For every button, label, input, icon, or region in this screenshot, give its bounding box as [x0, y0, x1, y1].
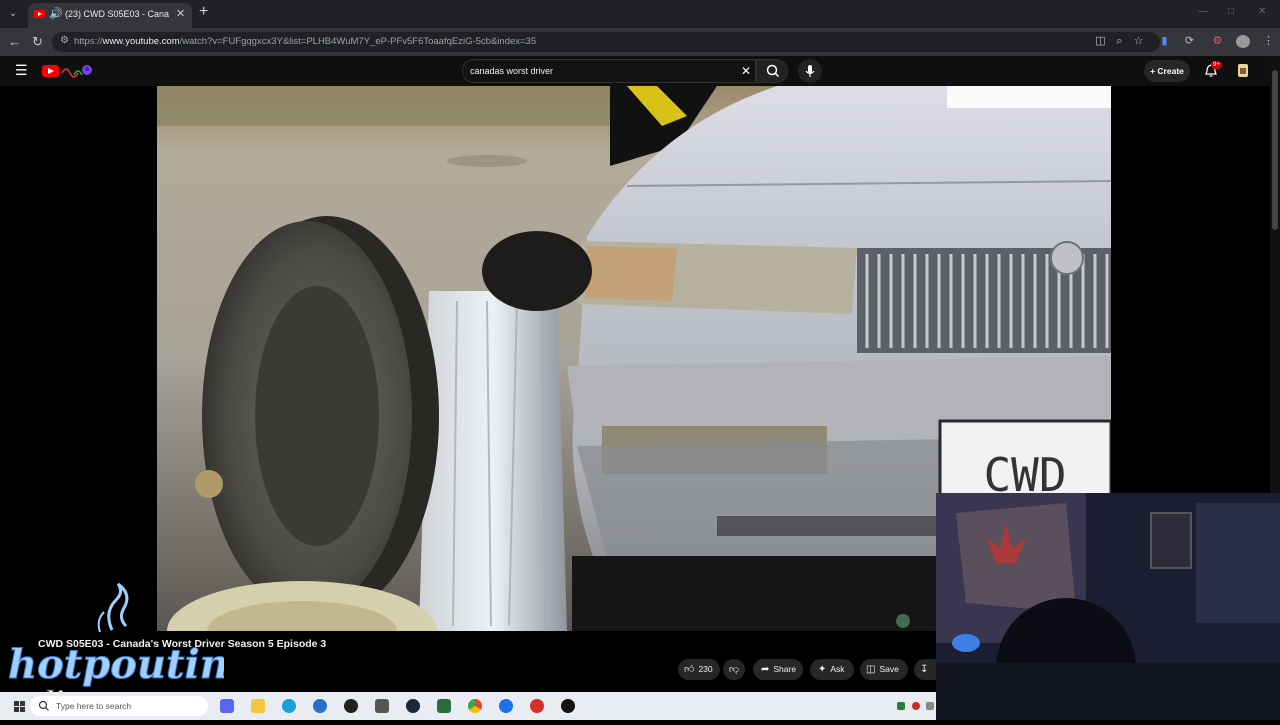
download-icon: ↧	[920, 664, 929, 675]
search-input[interactable]: canadas worst driver ✕	[462, 59, 756, 83]
new-tab-button[interactable]: +	[199, 3, 208, 21]
dislike-button[interactable]: 👎︎	[723, 659, 745, 680]
chrome-icon[interactable]	[468, 699, 482, 713]
bookmark-icon: ◫	[866, 664, 876, 675]
clear-search-icon[interactable]: ✕	[741, 64, 751, 78]
site-info-icon[interactable]: ⚙	[60, 35, 69, 46]
close-tab-icon[interactable]: ✕	[176, 7, 185, 20]
taskbar-search-placeholder: Type here to search	[56, 701, 132, 711]
url-text: https://www.youtube.com/watch?v=FUFgqgxc…	[74, 36, 537, 47]
microphone-icon	[805, 65, 815, 77]
voice-search-button[interactable]	[798, 59, 822, 83]
share-label: Share	[773, 664, 797, 674]
search-icon	[766, 64, 780, 78]
settings-gear-icon[interactable]	[375, 699, 389, 713]
tray-icon-red[interactable]	[912, 702, 920, 710]
save-button[interactable]: ◫ Save	[860, 659, 908, 680]
tray-icon-gray[interactable]	[926, 702, 934, 710]
windows-start-icon[interactable]	[14, 700, 26, 712]
more-menu-icon[interactable]: ⋮	[1262, 35, 1275, 48]
audio-playing-icon[interactable]: 🔊	[49, 7, 63, 20]
search-icon	[38, 700, 49, 711]
browser-toolbar: ← ↻ ⚙ https://www.youtube.com/watch?v=FU…	[0, 28, 1280, 56]
tab-search-chevron-icon[interactable]: ⌄	[4, 5, 22, 23]
browser-tab-active[interactable]: 🔊 (23) CWD S05E03 - Canada's Worst Drive…	[28, 3, 192, 28]
refresh-extension-icon[interactable]: ⟳	[1183, 35, 1196, 48]
extension-icon[interactable]: ▮	[1158, 35, 1171, 48]
os-taskbar: Type here to search	[0, 692, 936, 720]
install-app-icon[interactable]: ◫	[1094, 35, 1107, 48]
create-label: Create	[1157, 66, 1184, 76]
app-icon-red[interactable]	[530, 699, 544, 713]
brand-line1: hotpoutine	[8, 641, 224, 688]
minimize-window-button[interactable]: —	[1198, 6, 1208, 17]
like-count: 230	[698, 664, 713, 674]
search-query-text: canadas worst driver	[470, 66, 554, 76]
address-bar[interactable]: ⚙ https://www.youtube.com/watch?v=FUFgqg…	[52, 32, 1160, 52]
youtube-favicon-icon	[34, 10, 45, 18]
sparkle-icon: ✦	[818, 664, 827, 675]
share-button[interactable]: ➦ Share	[753, 659, 803, 680]
obs-icon[interactable]	[344, 699, 358, 713]
search-button[interactable]	[756, 59, 788, 83]
edge-browser-icon[interactable]	[282, 699, 296, 713]
create-button[interactable]: + Create	[1144, 60, 1190, 82]
like-button[interactable]: 👍︎ 230	[678, 659, 720, 680]
share-arrow-icon: ➦	[761, 664, 770, 675]
file-explorer-icon[interactable]	[251, 699, 265, 713]
extension-puzzle-icon[interactable]: ⚙	[1211, 35, 1224, 48]
ask-label: Ask	[830, 664, 845, 674]
discord-icon[interactable]	[220, 699, 234, 713]
bookmark-star-icon[interactable]: ☆	[1132, 35, 1145, 48]
app-icon-dark[interactable]	[561, 699, 575, 713]
tab-title: (23) CWD S05E03 - Canada's Worst Driver …	[65, 9, 169, 19]
account-avatar[interactable]	[1236, 62, 1250, 78]
scrollbar-thumb[interactable]	[1272, 70, 1278, 230]
profile-avatar-icon[interactable]	[1236, 35, 1250, 48]
notifications-badge: 9+	[1211, 61, 1222, 69]
thumbs-up-icon: 👍︎	[684, 664, 695, 675]
app-icon-green[interactable]	[437, 699, 451, 713]
ask-button[interactable]: ✦ Ask	[810, 659, 854, 680]
reload-icon[interactable]: ↻	[32, 34, 43, 50]
browser-tab-bar: ⌄ 🔊 (23) CWD S05E03 - Canada's Worst Dri…	[0, 0, 1280, 28]
steam-icon[interactable]	[406, 699, 420, 713]
youtube-logo[interactable]	[42, 65, 59, 77]
hamburger-menu-icon[interactable]: ☰	[15, 62, 28, 79]
close-window-button[interactable]: ✕	[1258, 6, 1266, 17]
webcam-image	[936, 493, 1280, 720]
tray-icon-green[interactable]	[897, 702, 905, 710]
back-arrow-icon[interactable]: ←	[8, 34, 21, 49]
taskbar-search-input[interactable]: Type here to search	[30, 696, 208, 716]
thumbs-down-icon: 👎︎	[728, 664, 740, 675]
youtube-header: ☰ canadas worst driver ✕ + Create 9+	[0, 56, 1270, 86]
save-label: Save	[879, 664, 899, 674]
maximize-window-button[interactable]: □	[1228, 6, 1234, 17]
zoom-icon[interactable]: ⌕	[1113, 35, 1126, 48]
webcam-overlay	[936, 493, 1280, 720]
youtube-doodle-logo[interactable]	[60, 61, 92, 79]
app-icon-blue-2[interactable]	[499, 699, 513, 713]
app-icon-blue[interactable]	[313, 699, 327, 713]
